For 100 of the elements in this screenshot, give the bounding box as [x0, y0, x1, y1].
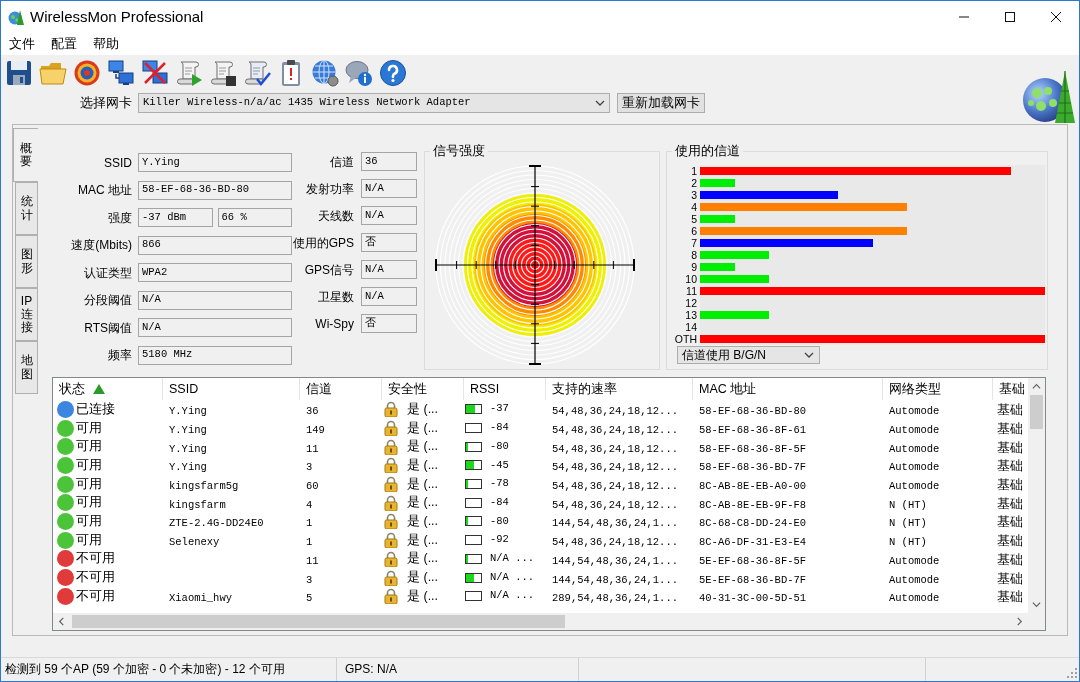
readonly-field: N/A — [361, 287, 417, 306]
menu-item[interactable]: 文件 — [9, 34, 35, 54]
scroll-down-icon[interactable] — [1032, 600, 1041, 609]
column-header[interactable]: 安全性 — [382, 378, 464, 400]
horizontal-scrollbar[interactable] — [53, 613, 1028, 630]
channel-label: 6 — [690, 225, 697, 237]
field-label: MAC 地址 — [77, 182, 132, 199]
adapter-dropdown[interactable]: Killer Wireless-n/a/ac 1435 Wireless Network Adapter — [138, 93, 610, 113]
channel-label: 7 — [690, 237, 697, 249]
scrollbar-thumb[interactable] — [1030, 395, 1043, 429]
table-cell: 基础 — [997, 403, 1023, 418]
scroll-play-icon[interactable] — [175, 59, 203, 87]
channel-label: 8 — [690, 249, 697, 261]
column-header[interactable]: 网络类型 — [883, 378, 993, 400]
scroll-up-icon[interactable] — [1032, 382, 1041, 391]
readonly-field: 866 — [138, 235, 292, 255]
rssi-value: -84 — [490, 494, 509, 510]
channel-filter-dropdown[interactable]: 信道使用 B/G/N — [677, 346, 820, 364]
table-cell: 基础 — [997, 478, 1023, 493]
field-label: 使用的GPS — [292, 234, 354, 252]
table-cell: 58-EF-68-36-8F-61 — [699, 424, 807, 437]
security-text: 是 (... — [407, 550, 439, 568]
two-computers-icon[interactable] — [107, 59, 135, 87]
scroll-right-icon[interactable] — [1015, 617, 1024, 626]
sort-ascending-icon — [93, 384, 105, 394]
table-cell: 3 — [306, 461, 313, 474]
table-cell: 54,48,36,24,18,12... — [552, 480, 679, 493]
menu-item[interactable]: 帮助 — [93, 34, 119, 54]
table-cell: N (HT) — [889, 536, 927, 549]
rssi-value: N/A ... — [490, 588, 535, 604]
globe-icon[interactable] — [311, 59, 339, 87]
status-text: 可用 — [76, 494, 102, 512]
maximize-icon[interactable] — [1005, 12, 1015, 22]
table-cell: 1 — [306, 536, 313, 549]
security-text: 是 (... — [407, 419, 439, 437]
security-text: 是 (... — [407, 494, 439, 512]
table-cell: 58-EF-68-36-BD-80 — [699, 405, 807, 418]
adapter-label: 选择网卡 — [80, 94, 133, 112]
table-cell: 54,48,36,24,18,12... — [552, 424, 679, 437]
readonly-field: N/A — [361, 260, 417, 279]
status-text: 不可用 — [76, 587, 115, 605]
reload-adapter-button[interactable]: 重新加载网卡 — [617, 93, 705, 113]
vertical-tab[interactable]: 概要 — [13, 128, 38, 182]
chevron-down-icon[interactable] — [595, 98, 605, 108]
table-cell: 4 — [306, 498, 313, 511]
column-header[interactable]: RSSI — [464, 378, 546, 400]
table-cell: 58-EF-68-36-BD-7F — [699, 461, 807, 474]
table-cell: 144,54,48,36,24,1... — [552, 554, 679, 567]
security-text: 是 (... — [407, 569, 439, 587]
table-cell: 11 — [306, 442, 319, 455]
scroll-left-icon[interactable] — [57, 617, 66, 626]
scrollbar-thumb[interactable] — [72, 615, 565, 628]
table-cell: N (HT) — [889, 498, 927, 511]
column-header[interactable]: SSID — [163, 378, 300, 400]
field-label: 频率 — [107, 347, 132, 364]
column-header[interactable]: MAC 地址 — [693, 378, 883, 400]
vertical-tab[interactable]: 图形 — [15, 235, 38, 288]
menu-item[interactable]: 配置 — [51, 34, 77, 54]
padlock-icon — [384, 588, 398, 605]
table-cell: 8C-68-C8-DD-24-E0 — [699, 517, 807, 530]
scroll-stop-icon[interactable] — [209, 59, 237, 87]
target-icon[interactable] — [73, 59, 101, 87]
padlock-icon — [384, 513, 398, 530]
chevron-down-icon[interactable] — [804, 350, 814, 360]
table-cell: 基础 — [997, 440, 1023, 455]
help-icon[interactable] — [379, 59, 407, 87]
readonly-field: N/A — [361, 206, 417, 225]
table-cell: 144,54,48,36,24,1... — [552, 517, 679, 530]
field-label: 强度 — [107, 209, 132, 227]
table-cell: 40-31-3C-00-5D-51 — [699, 592, 807, 605]
column-header[interactable]: 支持的速率 — [546, 378, 693, 400]
scroll-check-icon[interactable] — [243, 59, 271, 87]
security-text: 是 (... — [407, 400, 439, 418]
vertical-tab[interactable]: IP 连接 — [15, 288, 38, 341]
table-cell: 60 — [306, 480, 319, 493]
table-cell: 149 — [306, 424, 325, 437]
chat-info-icon[interactable] — [345, 59, 373, 87]
vertical-tab[interactable]: 地图 — [15, 341, 38, 394]
table-cell: Xiaomi_hwy — [169, 592, 232, 605]
readonly-field: 36 — [361, 152, 417, 171]
table-cell: 54,48,36,24,18,12... — [552, 442, 679, 455]
table-cell: 11 — [306, 554, 319, 567]
table-cell: Y.Ying — [169, 461, 207, 474]
vertical-tab[interactable]: 统计 — [15, 182, 38, 235]
channel-label: 4 — [690, 201, 697, 213]
computers-cross-icon[interactable] — [141, 59, 169, 87]
table-cell: Automode — [889, 573, 940, 586]
column-header[interactable]: 信道 — [300, 378, 382, 400]
rssi-meter — [465, 497, 482, 508]
table-cell: 54,48,36,24,18,12... — [552, 405, 679, 418]
column-header[interactable]: 状态 — [53, 378, 163, 400]
padlock-icon — [384, 457, 398, 474]
field-label: 卫星数 — [317, 288, 354, 306]
vertical-scrollbar[interactable] — [1028, 378, 1045, 613]
table-cell: 8C-A6-DF-31-E3-E4 — [699, 536, 807, 549]
table-cell: 54,48,36,24,18,12... — [552, 536, 679, 549]
security-text: 是 (... — [407, 475, 439, 493]
resize-grip-icon[interactable] — [1067, 668, 1077, 678]
readonly-field: 5180 MHz — [138, 345, 292, 365]
close-icon[interactable] — [1051, 12, 1061, 22]
